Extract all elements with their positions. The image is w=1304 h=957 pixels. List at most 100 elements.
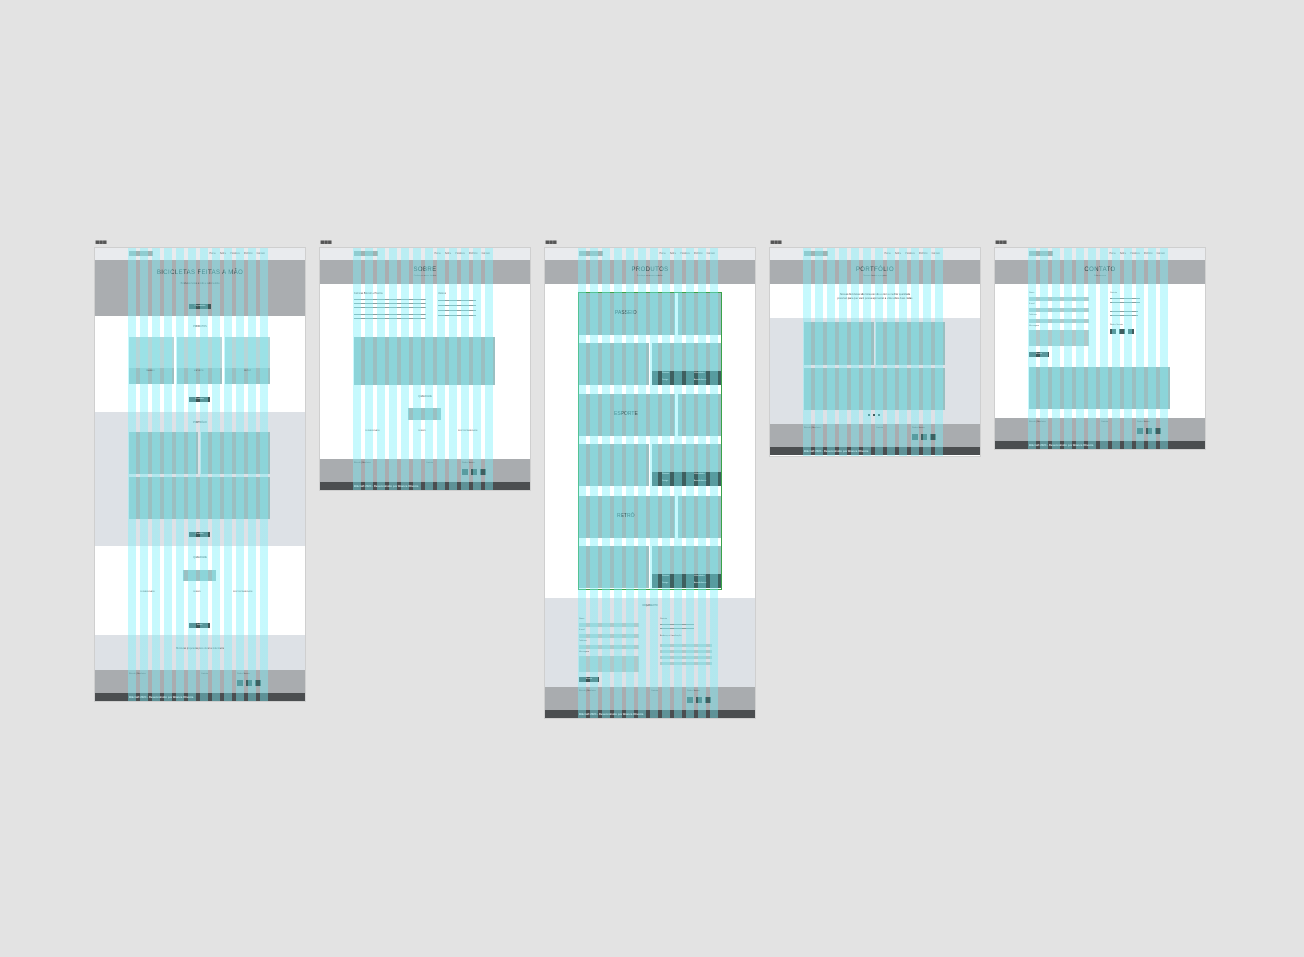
footer-about-title: Bikcraft | Bicicletas — [804, 427, 821, 429]
nav-item-portfolio[interactable]: Portfólio — [694, 252, 703, 255]
qualidade-button[interactable]: Sobre — [189, 623, 210, 628]
youtube-icon[interactable] — [1128, 329, 1134, 334]
portfolio-button[interactable]: Portfólio — [189, 532, 210, 537]
frame-handle-portfolio[interactable]: ▪▪▪ — [770, 239, 782, 246]
enviar-button[interactable]: Enviar — [1029, 352, 1049, 357]
hero-section: BICICLETAS FEITAS A MÃO Bicicletas feita… — [95, 260, 305, 316]
instagram-icon[interactable] — [912, 434, 918, 440]
option-field[interactable] — [660, 650, 712, 653]
youtube-icon[interactable] — [930, 434, 936, 440]
nav-item-home[interactable]: Home — [1109, 252, 1115, 255]
option-field[interactable] — [660, 662, 712, 665]
nome-input[interactable] — [1029, 297, 1089, 301]
copyright-text: Bikcraft 2024 - Desenvolvido por Bianca … — [579, 712, 644, 716]
frame-handle-produtos[interactable]: ▪▪▪ — [545, 239, 557, 246]
artboard-sobre[interactable]: Home Sobre Produtos Portfólio Contato SOBRE … — [320, 248, 530, 490]
copyright-text: Bikcraft 2024 - Desenvolvido por Bianca … — [354, 484, 419, 488]
nav-item-sobre[interactable]: Sobre — [895, 252, 901, 255]
portfolio-image-2[interactable] — [876, 322, 945, 365]
option-field[interactable] — [660, 656, 712, 659]
email-input[interactable] — [579, 634, 639, 638]
page-title: SOBRE — [413, 267, 437, 273]
map-image[interactable] — [1029, 367, 1170, 409]
nav-item-contato[interactable]: Contato — [1157, 252, 1165, 255]
produtos-button[interactable]: Produtos — [189, 397, 210, 402]
nav-item-portfolio[interactable]: Portfólio — [1144, 252, 1153, 255]
nav-item-portfolio[interactable]: Portfólio — [919, 252, 928, 255]
nav-item-portfolio[interactable]: Portfólio — [469, 252, 478, 255]
carousel-dot[interactable] — [878, 414, 880, 416]
hero-button[interactable]: Orçamento — [189, 304, 211, 309]
logo[interactable] — [354, 251, 378, 256]
facebook-icon[interactable] — [246, 680, 252, 686]
nav-item-contato[interactable]: Contato — [707, 252, 715, 255]
telefone-input[interactable] — [579, 645, 639, 649]
youtube-icon[interactable] — [255, 680, 261, 686]
artboard-contato[interactable]: Home Sobre Produtos Portfólio Contato CONTAT… — [995, 248, 1205, 449]
nome-input[interactable] — [579, 623, 639, 627]
nav-item-produtos[interactable]: Produtos — [680, 252, 690, 255]
youtube-icon[interactable] — [480, 469, 486, 475]
logo[interactable] — [129, 251, 153, 256]
facebook-icon[interactable] — [1146, 428, 1152, 434]
frame-handle-sobre[interactable]: ▪▪▪ — [320, 239, 332, 246]
nav-item-sobre[interactable]: Sobre — [1120, 252, 1126, 255]
portfolio-image-2[interactable] — [201, 432, 270, 474]
telefone-input[interactable] — [1029, 319, 1089, 323]
instagram-icon[interactable] — [237, 680, 243, 686]
facebook-icon[interactable] — [471, 469, 477, 475]
artboard-produtos[interactable]: Home Sobre Produtos Portfólio Contato PRODUT… — [545, 248, 755, 718]
artboard-portfolio[interactable]: Home Sobre Produtos Portfólio Contato PORTFÓ… — [770, 248, 980, 456]
frame-handle-home[interactable]: ▪▪▪ — [95, 239, 107, 246]
logo[interactable] — [804, 251, 828, 256]
carousel-dot[interactable] — [868, 414, 870, 416]
portfolio-image-3[interactable] — [804, 368, 945, 410]
copyright-bar: Bikcraft 2024 - Desenvolvido por Bianca … — [320, 482, 530, 490]
logo[interactable] — [579, 251, 603, 256]
instagram-icon[interactable] — [1137, 428, 1143, 434]
carousel-dot[interactable] — [873, 414, 875, 416]
portfolio-image-3[interactable] — [129, 477, 270, 519]
mensagem-input[interactable] — [579, 656, 639, 672]
option-field[interactable] — [660, 644, 712, 647]
nav-item-sobre[interactable]: Sobre — [220, 252, 226, 255]
facebook-icon[interactable] — [696, 697, 702, 703]
mensagem-input[interactable] — [1029, 330, 1089, 346]
youtube-icon[interactable] — [1155, 428, 1161, 434]
portfolio-image-1[interactable] — [129, 432, 198, 474]
page-hero: PRODUTOS Conheça os nossos modelos — [545, 260, 755, 284]
nav-item-produtos[interactable]: Produtos — [905, 252, 915, 255]
valores-line — [438, 300, 476, 301]
frame-handle-contato[interactable]: ▪▪▪ — [995, 239, 1007, 246]
youtube-icon[interactable] — [705, 697, 711, 703]
nav-item-sobre[interactable]: Sobre — [445, 252, 451, 255]
email-input[interactable] — [1029, 308, 1089, 312]
selection-outline[interactable] — [578, 292, 722, 590]
instagram-icon[interactable] — [462, 469, 468, 475]
nav-item-produtos[interactable]: Produtos — [1130, 252, 1140, 255]
instagram-icon[interactable] — [1110, 329, 1116, 334]
artboard-home[interactable]: Home Sobre Produtos Portfólio Contato BICICL… — [95, 248, 305, 701]
portfolio-image-1[interactable] — [804, 322, 874, 365]
nav-item-home[interactable]: Home — [434, 252, 440, 255]
contact-line — [1110, 302, 1140, 303]
nav-item-portfolio[interactable]: Portfólio — [244, 252, 253, 255]
instagram-icon[interactable] — [687, 697, 693, 703]
nav-item-produtos[interactable]: Produtos — [455, 252, 465, 255]
nav-item-home[interactable]: Home — [209, 252, 215, 255]
orcamento-section: ORÇAMENTO Nome E-mail Telefone Mensagem … — [545, 598, 755, 688]
nav-item-home[interactable]: Home — [659, 252, 665, 255]
facebook-icon[interactable] — [921, 434, 927, 440]
nav-item-contato[interactable]: Contato — [482, 252, 490, 255]
facebook-icon[interactable] — [1119, 329, 1125, 334]
nav-item-produtos[interactable]: Produtos — [230, 252, 240, 255]
footer-contact-title: Contato — [876, 427, 884, 429]
nav-item-contato[interactable]: Contato — [257, 252, 265, 255]
nav-item-contato[interactable]: Contato — [932, 252, 940, 255]
nav-item-home[interactable]: Home — [884, 252, 890, 255]
quote-section: Bicicletas projetadas para durar a vida … — [95, 635, 305, 670]
nav-item-sobre[interactable]: Sobre — [670, 252, 676, 255]
logo[interactable] — [1029, 251, 1053, 256]
footer-social-title: Redes Sociais — [687, 690, 700, 692]
enviar-button[interactable]: Enviar — [579, 677, 599, 682]
